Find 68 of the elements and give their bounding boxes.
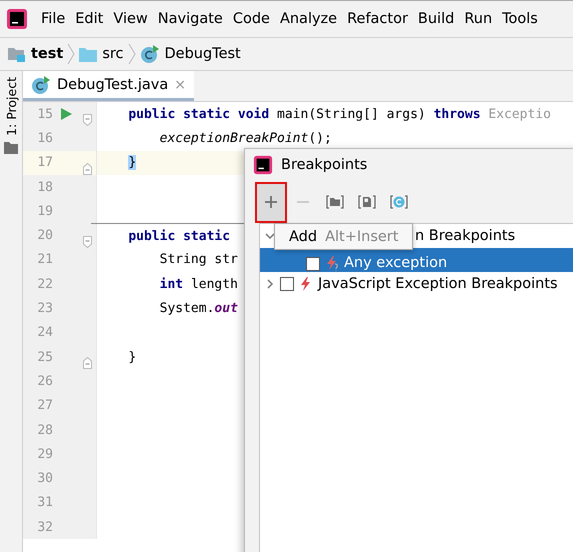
line-number: 21: [36, 252, 53, 268]
fold-marker-icon[interactable]: [83, 162, 92, 175]
module-icon: [8, 46, 26, 62]
dialog-title: Breakpoints: [281, 157, 368, 173]
code-line: exceptionBreakPoint();: [160, 130, 332, 146]
line-number: 23: [36, 301, 53, 316]
chevron-right-icon: [67, 43, 76, 65]
menu-item[interactable]: Build: [412, 11, 460, 27]
run-icon[interactable]: [59, 107, 73, 122]
menu-item[interactable]: View: [108, 11, 153, 27]
line-number: 32: [36, 520, 53, 535]
tree-item[interactable]: JavaScript Exception Breakpoints: [318, 276, 558, 292]
code-line: public static: [128, 228, 230, 244]
line-number: 27: [36, 398, 53, 414]
breadcrumb-item[interactable]: src: [102, 46, 124, 62]
class-icon: [31, 74, 51, 94]
line-number: 24: [36, 325, 53, 340]
line-number: 28: [36, 422, 53, 438]
app-logo-icon: [6, 8, 28, 30]
chevron-right-icon: [128, 43, 136, 65]
code-line: String str: [160, 252, 238, 268]
line-number: 29: [36, 446, 53, 462]
fold-marker-icon[interactable]: [83, 114, 92, 126]
line-number: 31: [36, 495, 53, 510]
line-number: 20: [36, 228, 53, 244]
code-line: int length: [160, 276, 238, 292]
line-number: 19: [36, 204, 53, 219]
folder-icon[interactable]: [4, 142, 18, 154]
checkbox[interactable]: [280, 277, 294, 291]
line-number: 22: [36, 276, 53, 292]
menu-item[interactable]: Tools: [497, 11, 543, 27]
code-line: }: [128, 350, 136, 365]
folder-icon: [79, 46, 98, 62]
breadcrumb-item[interactable]: test: [31, 46, 64, 62]
code-line: System.out: [160, 301, 238, 316]
line-number: 30: [36, 471, 53, 486]
menu-item[interactable]: Navigate: [152, 11, 228, 27]
class-icon: [390, 193, 408, 211]
app-logo-icon: [253, 155, 273, 175]
plus-icon: [262, 193, 280, 211]
folder-icon: [326, 193, 344, 211]
checkbox[interactable]: [306, 257, 320, 271]
menu-item[interactable]: Edit: [70, 11, 108, 27]
minus-icon: [296, 201, 310, 203]
code-line: public static void main(String[] args) throws Exceptio: [128, 106, 551, 122]
line-number: 15: [36, 106, 53, 122]
class-icon: [140, 44, 160, 64]
tool-window-tab[interactable]: 1: Project: [4, 77, 18, 136]
editor-tab[interactable]: DebugTest.java ×: [23, 71, 194, 101]
file-icon: [358, 193, 376, 211]
lightning-icon: [324, 255, 340, 271]
line-number: 26: [36, 374, 53, 389]
menu-item[interactable]: Code: [228, 11, 275, 27]
tree-item[interactable]: n Breakpoints: [415, 228, 516, 244]
shortcut-label: Alt+Insert: [325, 228, 398, 244]
line-number: 17: [36, 155, 53, 170]
menu-item[interactable]: Refactor: [342, 11, 413, 27]
line-number: 16: [36, 130, 53, 146]
add-button[interactable]: [255, 182, 287, 222]
line-number: 25: [36, 350, 53, 365]
menu-item[interactable]: Analyze: [274, 11, 342, 27]
tooltip-label: Add: [289, 228, 318, 244]
menu-item[interactable]: File: [36, 11, 70, 27]
fold-marker-icon[interactable]: [83, 357, 92, 370]
fold-marker-icon[interactable]: [83, 236, 92, 248]
breadcrumb-item[interactable]: DebugTest: [164, 46, 241, 62]
menu-item[interactable]: Run: [459, 11, 498, 27]
line-number: 18: [36, 180, 53, 195]
